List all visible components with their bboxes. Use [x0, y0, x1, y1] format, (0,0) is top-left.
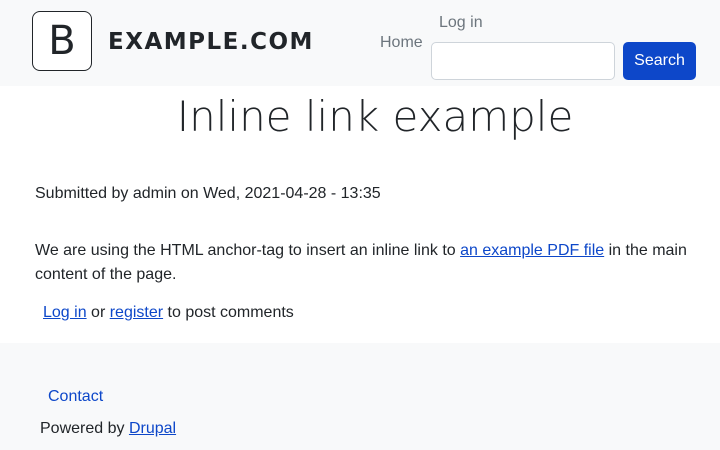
site-logo[interactable]: B [32, 11, 92, 71]
comment-links: Log in or register to post comments [43, 304, 294, 322]
powered-by: Powered by Drupal [40, 420, 176, 438]
search-input[interactable] [431, 42, 615, 80]
site-header: B EXAMPLE.COM Log in Home Search [0, 0, 720, 86]
register-link[interactable]: register [110, 304, 163, 321]
site-footer: Contact Powered by Drupal [0, 343, 720, 450]
comment-or-text: or [86, 304, 110, 321]
drupal-link[interactable]: Drupal [129, 420, 176, 437]
submitted-info: Submitted by admin on Wed, 2021-04-28 - … [35, 185, 381, 202]
main-content: Inline link example Submitted by admin o… [0, 86, 720, 343]
nav-home-link[interactable]: Home [380, 34, 423, 52]
article-text-before: We are using the HTML anchor-tag to inse… [35, 242, 461, 259]
comment-suffix-text: to post comments [163, 304, 294, 321]
logo-letter: B [48, 18, 76, 64]
pdf-file-link[interactable]: an example PDF file [460, 242, 604, 259]
page-title: Inline link example [176, 92, 574, 141]
site-name[interactable]: EXAMPLE.COM [108, 29, 314, 55]
article-body: We are using the HTML anchor-tag to inse… [35, 239, 695, 287]
search-button[interactable]: Search [623, 42, 696, 80]
powered-by-text: Powered by [40, 420, 129, 437]
nav-login-link[interactable]: Log in [439, 14, 483, 32]
comment-login-link[interactable]: Log in [43, 304, 87, 321]
footer-contact-link[interactable]: Contact [48, 388, 103, 406]
